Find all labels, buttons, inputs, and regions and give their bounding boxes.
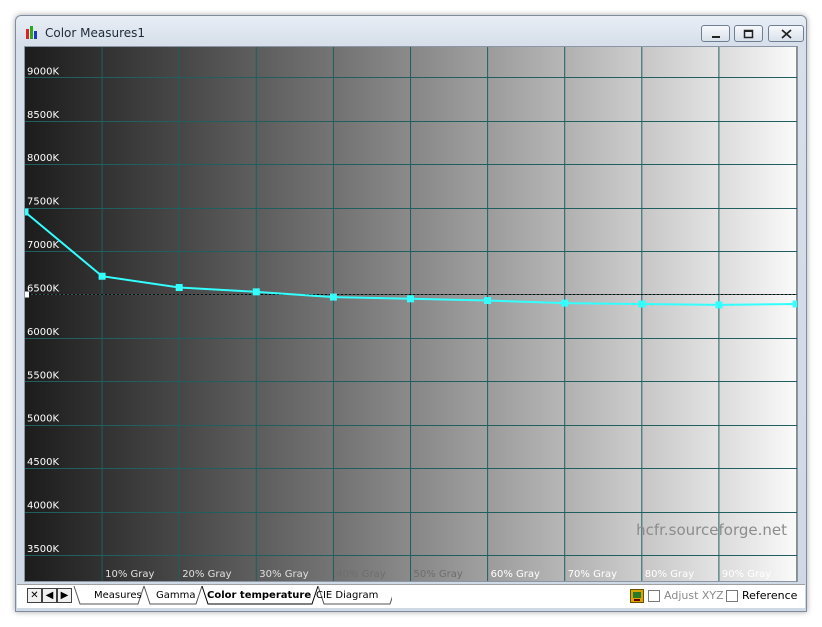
y-tick-label: 4500K	[27, 457, 59, 468]
data-point[interactable]	[792, 300, 798, 308]
tab-close-button[interactable]: ✕	[27, 588, 42, 603]
y-tick-label: 5000K	[27, 414, 59, 425]
x-tick-label: 30% Gray	[259, 569, 308, 580]
x-tick-label: 40% Gray	[336, 569, 385, 580]
tab-measures[interactable]: Measures	[94, 588, 142, 605]
minimize-button[interactable]	[701, 25, 730, 42]
x-tick-label: 20% Gray	[182, 569, 231, 580]
reference-label: Reference	[742, 589, 798, 602]
y-tick-label: 5500K	[27, 370, 59, 381]
chart-area: 9000K 8500K 8000K 7500K 7000K 6500K 6000K 5500K…	[24, 46, 798, 582]
y-tick-label: 6000K	[27, 327, 59, 338]
adjust-xyz-icon	[630, 589, 644, 603]
adjust-xyz-checkbox[interactable]	[648, 590, 660, 602]
x-tick-label: 60% Gray	[491, 569, 540, 580]
tab-cie-diagram[interactable]: CIE Diagram	[316, 588, 378, 605]
gray-ramp-column	[410, 47, 489, 581]
data-point[interactable]	[561, 299, 569, 307]
window-title: Color Measures1	[45, 26, 146, 40]
x-tick-label: 10% Gray	[105, 569, 154, 580]
y-tick-label: 7500K	[27, 197, 59, 208]
y-tick-label: 6500K	[27, 283, 59, 294]
y-tick-label: 9000K	[27, 66, 59, 77]
x-tick-label: 80% Gray	[645, 569, 694, 580]
title-bar[interactable]: Color Measures1	[16, 16, 806, 46]
y-tick-label: 4000K	[27, 501, 59, 512]
color-temperature-chart: 9000K 8500K 8000K 7500K 7000K 6500K 6000K 5500K…	[25, 47, 797, 581]
tab-bar: ✕ ◀ ▶ Measures Gamma Color temperature C…	[17, 584, 805, 608]
x-tick-label: 50% Gray	[414, 569, 463, 580]
gray-ramp-column	[333, 47, 411, 581]
reference-checkbox[interactable]	[726, 590, 738, 602]
data-point[interactable]	[638, 300, 646, 308]
tab-next-button[interactable]: ▶	[57, 588, 72, 603]
close-button[interactable]	[768, 25, 804, 42]
x-tick-label: 90% Gray	[722, 569, 771, 580]
adjust-xyz-label: Adjust XYZ	[664, 589, 724, 602]
tab-label: Gamma	[156, 590, 196, 601]
y-tick-label: 8000K	[27, 153, 59, 164]
color-bars-icon	[26, 26, 37, 39]
close-icon	[780, 28, 792, 39]
minimize-icon	[711, 35, 720, 38]
data-point[interactable]	[252, 288, 260, 296]
gray-ramp-column	[179, 47, 257, 581]
tab-label: Measures	[94, 590, 142, 601]
tab-gamma[interactable]: Gamma	[156, 588, 196, 605]
gray-ramp-column	[641, 47, 720, 581]
data-point[interactable]	[98, 272, 106, 280]
data-point[interactable]	[329, 293, 337, 301]
gray-ramp-column	[718, 47, 797, 581]
data-point[interactable]	[25, 208, 29, 216]
data-point[interactable]	[175, 284, 183, 292]
data-point[interactable]	[407, 295, 414, 303]
restore-button[interactable]	[734, 25, 763, 42]
tab-prev-button[interactable]: ◀	[42, 588, 57, 603]
y-tick-label: 8500K	[27, 110, 59, 121]
gray-ramp-column	[256, 47, 334, 581]
x-tick-label: 70% Gray	[568, 569, 617, 580]
data-point[interactable]	[715, 301, 723, 309]
y-tick-label: 7000K	[27, 240, 59, 251]
gray-ramp-column	[102, 47, 180, 581]
tab-label: CIE Diagram	[316, 590, 379, 601]
gray-ramp-column	[487, 47, 566, 581]
watermark: hcfr.sourceforge.net	[636, 521, 787, 539]
color-measures-window: Color Measures1 9000K 8500K 8000K 7500K 7000…	[15, 15, 807, 612]
restore-icon	[743, 29, 754, 38]
tab-color-temperature[interactable]: Color temperature	[207, 588, 311, 605]
gray-ramp-column	[564, 47, 643, 581]
y-tick-label: 3500K	[27, 544, 59, 555]
data-point[interactable]	[484, 297, 492, 305]
reference-marker	[25, 291, 29, 298]
tab-label: Color temperature	[207, 590, 312, 601]
